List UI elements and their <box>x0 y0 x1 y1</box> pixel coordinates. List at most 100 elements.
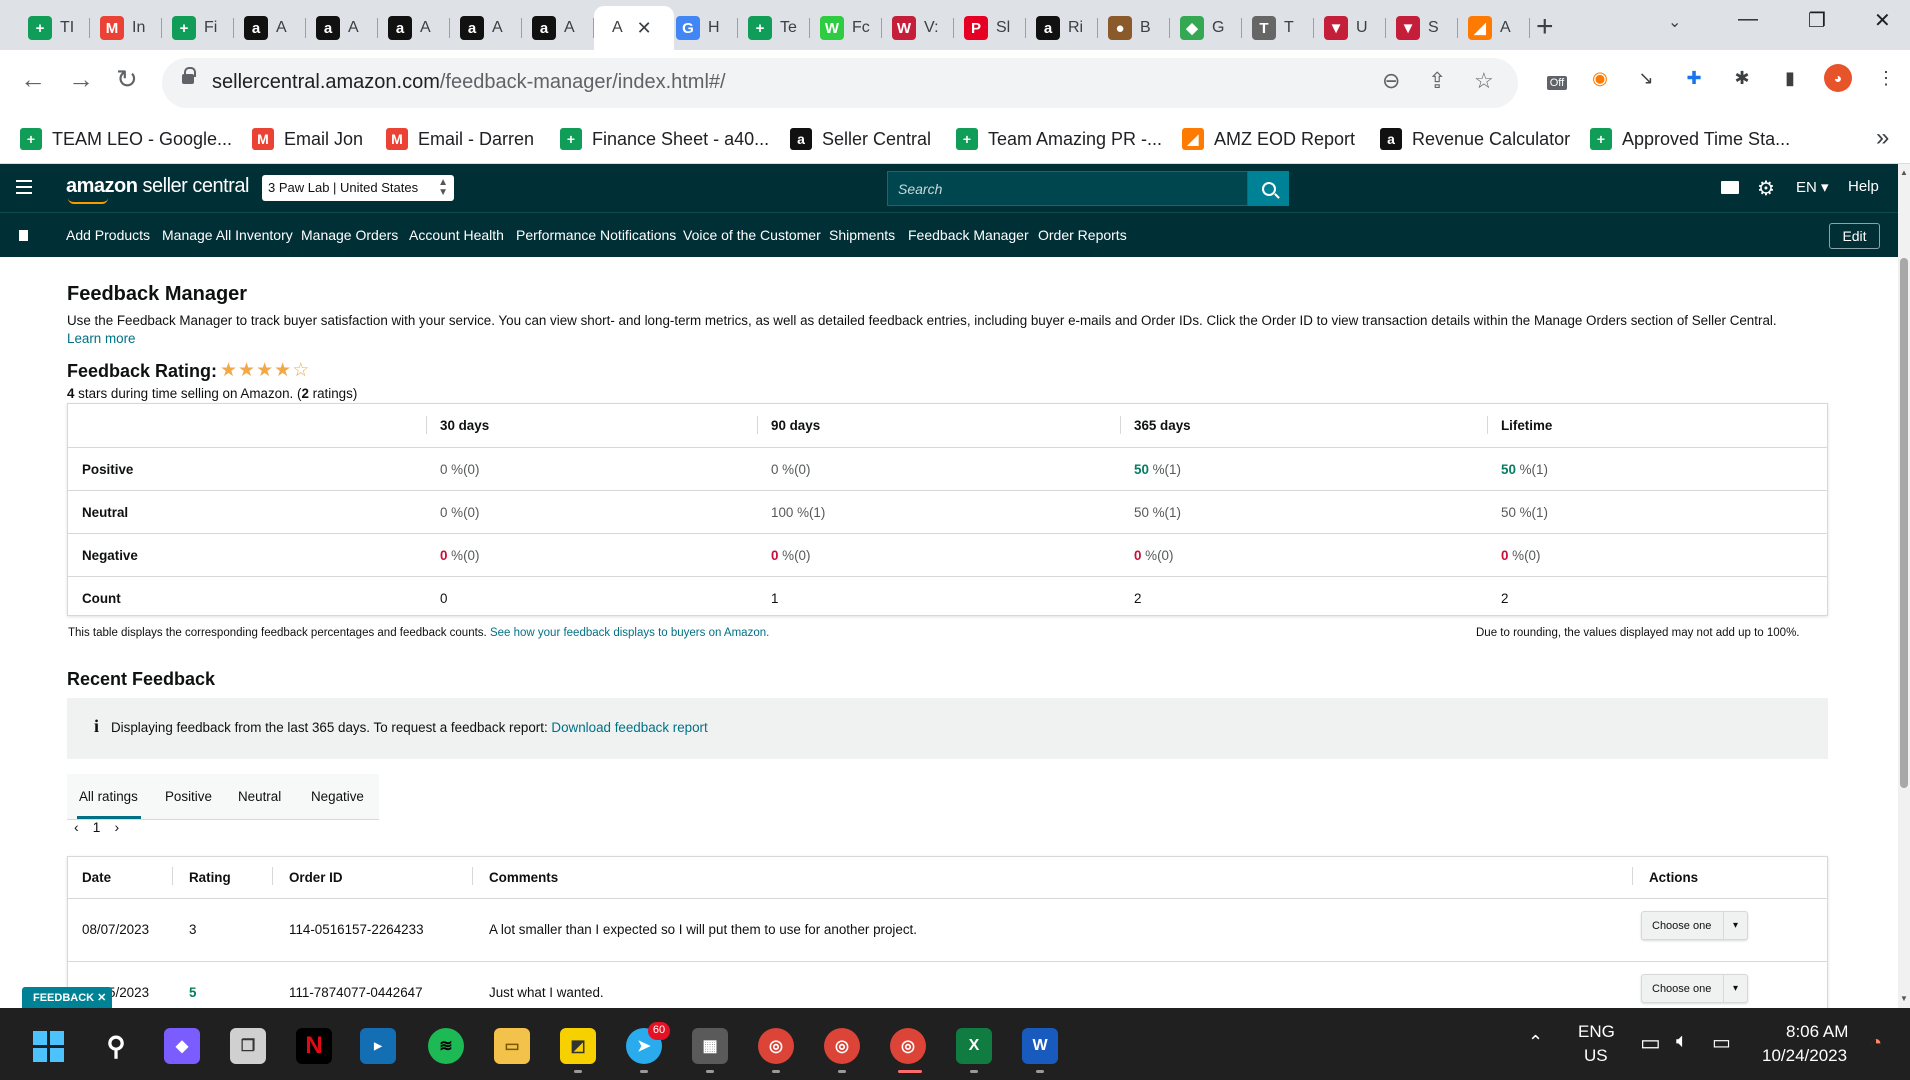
nav-link[interactable]: Manage Orders <box>301 227 398 243</box>
browser-tab[interactable]: M In <box>90 6 162 50</box>
bookmark-item[interactable]: + Approved Time Sta... <box>1590 128 1790 150</box>
browser-tab[interactable]: W Fc <box>810 6 882 50</box>
network-icon[interactable]: ▭ <box>1640 1030 1661 1056</box>
browser-tab[interactable]: + TI <box>18 6 90 50</box>
sticky-notes-icon[interactable]: ◩ <box>560 1028 596 1064</box>
prime-video-icon[interactable]: ▶ <box>360 1028 396 1064</box>
help-link[interactable]: Help <box>1848 178 1879 195</box>
nav-link[interactable]: Manage All Inventory <box>162 227 293 243</box>
buyer-display-link[interactable]: See how your feedback displays to buyers… <box>490 627 769 639</box>
netflix-icon[interactable]: N <box>296 1028 332 1064</box>
search-button[interactable] <box>1248 171 1289 206</box>
clock-date[interactable]: 10/24/2023 <box>1762 1046 1847 1066</box>
browser-tab[interactable]: ◢ A <box>1458 6 1530 50</box>
side-panel-icon[interactable]: ▮ <box>1776 64 1804 92</box>
calculator-icon[interactable]: ▦ <box>692 1028 728 1064</box>
bookmark-star-icon[interactable]: ☆ <box>1474 68 1494 94</box>
scroll-up-icon[interactable]: ▲ <box>1900 168 1908 177</box>
battery-icon[interactable]: ▭ <box>1712 1030 1731 1055</box>
filter-tab[interactable]: All ratings <box>79 789 138 804</box>
forward-icon[interactable]: → <box>68 64 94 95</box>
volume-icon[interactable]: 🔈︎ <box>1676 1030 1688 1053</box>
input-language-bottom[interactable]: US <box>1584 1046 1608 1066</box>
search-input[interactable]: Search <box>887 171 1248 206</box>
filter-tab[interactable]: Negative <box>311 789 364 804</box>
copilot-icon[interactable]: ◆ <box>164 1028 200 1064</box>
bookmark-item[interactable]: + Finance Sheet - a40... <box>560 128 769 150</box>
browser-tab-active[interactable]: A ✕ <box>594 6 674 50</box>
word-icon[interactable]: W <box>1022 1028 1058 1064</box>
chrome-active-icon[interactable]: ◎ <box>890 1028 926 1064</box>
bookmark-item[interactable]: M Email Jon <box>252 128 363 150</box>
browser-tab[interactable]: ◆ G <box>1170 6 1242 50</box>
bookmark-icon[interactable] <box>19 230 28 241</box>
nav-link[interactable]: Order Reports <box>1038 227 1127 243</box>
bookmark-item[interactable]: a Seller Central <box>790 128 931 150</box>
extension-blue-icon[interactable]: ✚ <box>1680 64 1708 92</box>
excel-icon[interactable]: X <box>956 1028 992 1064</box>
bookmark-item[interactable]: + TEAM LEO - Google... <box>20 128 232 150</box>
gear-icon[interactable]: ⚙ <box>1757 176 1775 201</box>
learn-more-link[interactable]: Learn more <box>67 331 135 346</box>
tray-chevron-icon[interactable]: ⌃ <box>1528 1032 1543 1053</box>
browser-menu-icon[interactable]: ⋮ <box>1872 64 1900 92</box>
browser-tab[interactable]: aA <box>378 6 450 50</box>
task-view-icon[interactable]: ❐ <box>230 1028 266 1064</box>
bookmark-item[interactable]: M Email - Darren <box>386 128 534 150</box>
feedback-widget-button[interactable]: FEEDBACK ✕ <box>22 987 112 1008</box>
filter-tab[interactable]: Positive <box>165 789 212 804</box>
scrollbar-thumb[interactable] <box>1900 258 1908 788</box>
browser-tab[interactable]: ▼ U <box>1314 6 1386 50</box>
notification-bell-icon[interactable]: ◔ <box>1870 1032 1882 1055</box>
download-report-link[interactable]: Download feedback report <box>551 720 707 735</box>
order-id-link[interactable]: 111-7874077-0442647 <box>289 985 423 1000</box>
extension-orange-icon[interactable]: ◉ <box>1586 64 1614 92</box>
filter-tab[interactable]: Neutral <box>238 789 281 804</box>
scroll-down-icon[interactable]: ▼ <box>1900 994 1908 1003</box>
browser-tab[interactable]: P Sl <box>954 6 1026 50</box>
nav-link[interactable]: Shipments <box>829 227 895 243</box>
nav-link[interactable]: Add Products <box>66 227 150 243</box>
browser-tab[interactable]: + Te <box>738 6 810 50</box>
zoom-icon[interactable]: ⊖ <box>1382 68 1400 94</box>
browser-tab[interactable]: ● B <box>1098 6 1170 50</box>
seller-central-logo[interactable]: amazon seller central <box>66 175 249 198</box>
bookmark-item[interactable]: + Team Amazing PR -... <box>956 128 1162 150</box>
browser-tab[interactable]: aA <box>234 6 306 50</box>
browser-tab[interactable]: aA <box>522 6 594 50</box>
browser-tab[interactable]: GH <box>666 6 738 50</box>
actions-dropdown[interactable]: Choose one ▾ <box>1641 974 1748 1003</box>
extensions-puzzle-icon[interactable]: ✱ <box>1728 64 1756 92</box>
close-tab-icon[interactable]: ✕ <box>637 18 652 39</box>
order-id-link[interactable]: 114-0516157-2264233 <box>289 922 424 937</box>
browser-tab[interactable]: aA <box>306 6 378 50</box>
language-selector[interactable]: EN ▾ <box>1796 178 1829 196</box>
extension-off-icon[interactable]: Off <box>1543 64 1571 92</box>
chrome-profile-icon[interactable]: ◎ <box>824 1028 860 1064</box>
clock-time[interactable]: 8:06 AM <box>1786 1022 1848 1042</box>
nav-link[interactable]: Voice of the Customer <box>683 227 821 243</box>
page-number[interactable]: 1 <box>93 819 101 835</box>
extension-arrow-icon[interactable]: ↘ <box>1632 64 1660 92</box>
windows-start-icon[interactable] <box>30 1028 66 1064</box>
prev-page-icon[interactable]: ‹ <box>74 819 79 835</box>
bookmark-item[interactable]: ◢ AMZ EOD Report <box>1182 128 1355 150</box>
bookmark-item[interactable]: a Revenue Calculator <box>1380 128 1570 150</box>
profile-avatar[interactable]: ◕ <box>1824 64 1852 92</box>
url-text[interactable]: sellercentral.amazon.com/feedback-manage… <box>212 71 726 94</box>
browser-tab[interactable]: W V: <box>882 6 954 50</box>
mail-icon[interactable] <box>1721 181 1739 194</box>
file-explorer-icon[interactable]: ▭ <box>494 1028 530 1064</box>
new-tab-icon[interactable]: + <box>1536 10 1554 44</box>
input-language-top[interactable]: ENG <box>1578 1022 1615 1042</box>
restore-icon[interactable]: ❐ <box>1808 8 1826 33</box>
tab-search-icon[interactable]: ⌄ <box>1668 12 1681 32</box>
search-taskbar-icon[interactable]: ⚲ <box>98 1028 134 1064</box>
account-switcher[interactable]: 3 Paw Lab | United States ▲ ▼ <box>262 175 454 201</box>
browser-tab[interactable]: a Ri <box>1026 6 1098 50</box>
close-window-icon[interactable]: ✕ <box>1874 8 1891 33</box>
back-icon[interactable]: ← <box>20 64 46 95</box>
more-bookmarks-icon[interactable]: » <box>1876 124 1889 152</box>
browser-tab[interactable]: TT <box>1242 6 1314 50</box>
edit-nav-button[interactable]: Edit <box>1829 223 1880 249</box>
